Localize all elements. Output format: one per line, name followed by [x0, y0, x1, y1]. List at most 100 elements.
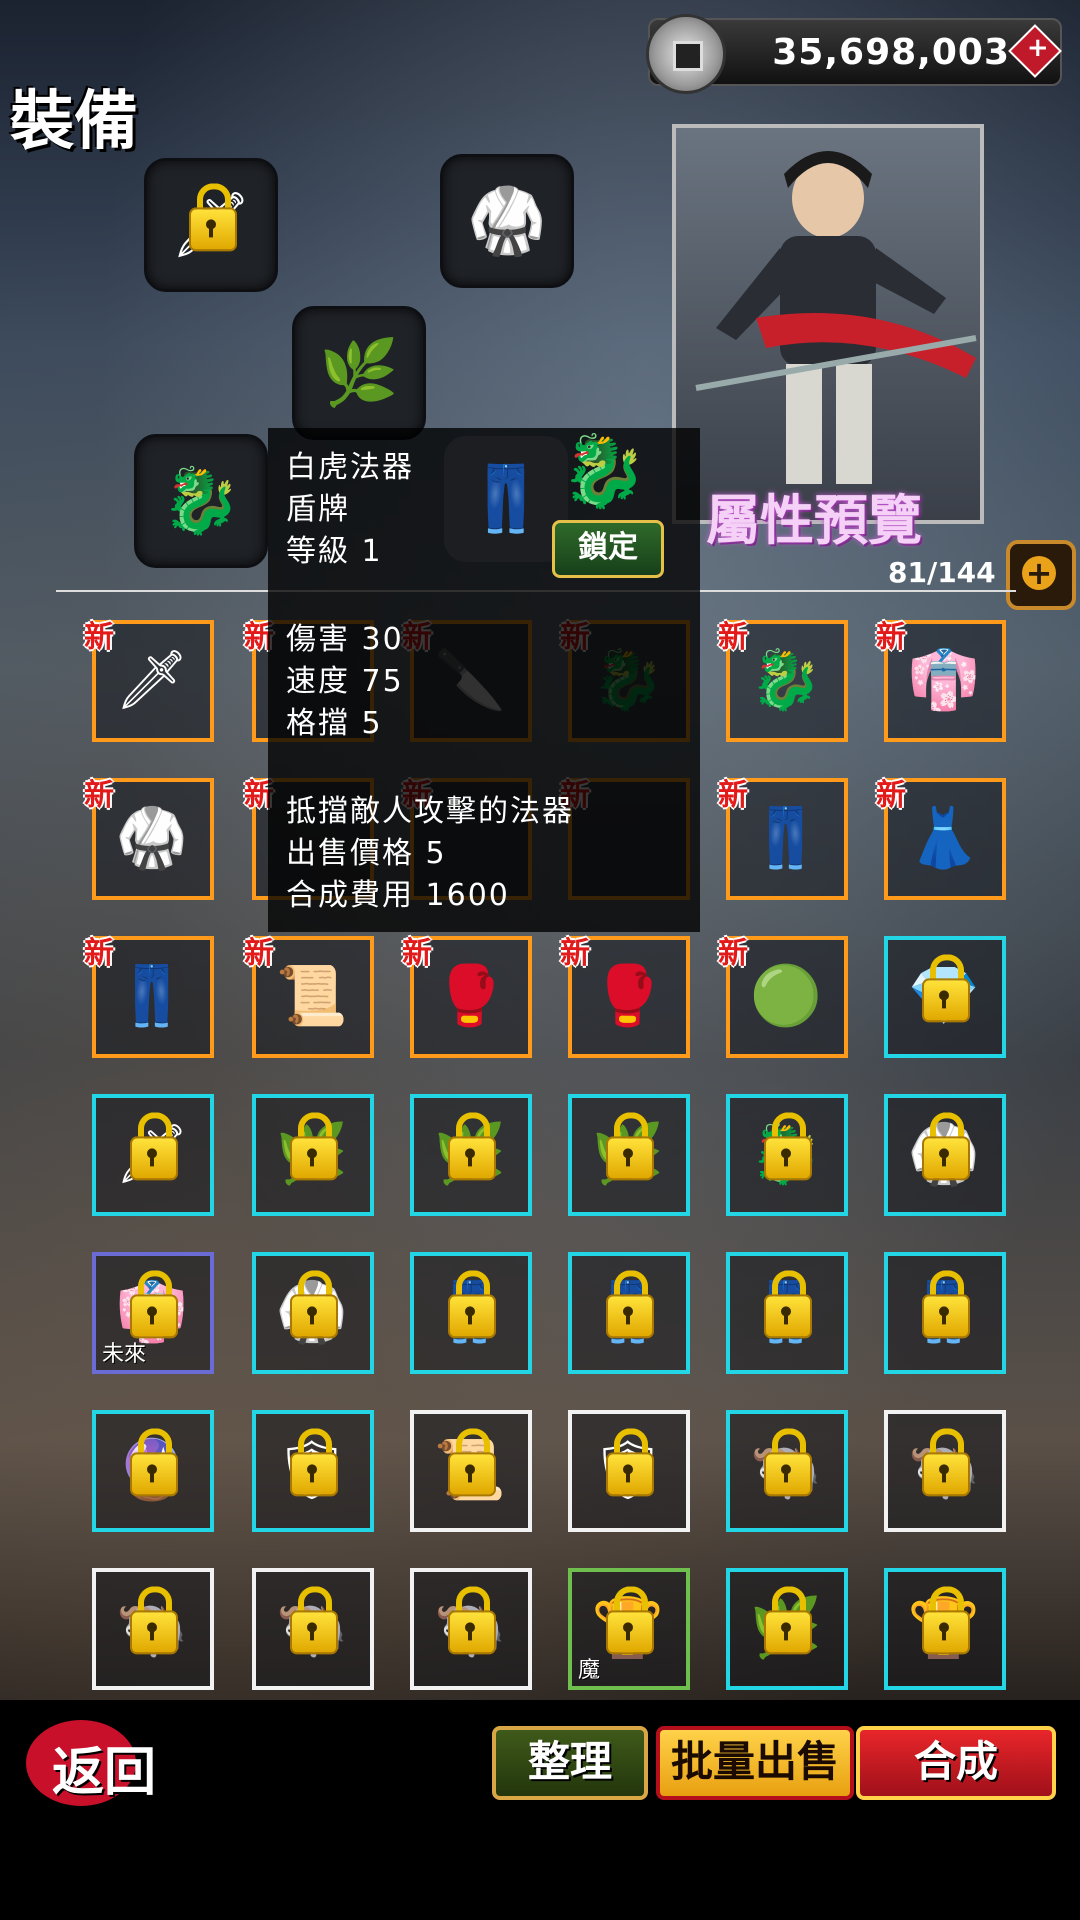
new-badge: 新	[84, 620, 114, 655]
lock-icon	[922, 1428, 970, 1502]
lock-icon	[922, 1112, 970, 1186]
tooltip-item-level: 等級 1	[286, 534, 383, 569]
new-badge: 新	[244, 936, 274, 971]
lock-icon	[448, 1112, 496, 1186]
inventory-slot[interactable]: 👖	[410, 1252, 532, 1374]
expand-inventory-button[interactable]: +	[1006, 540, 1076, 610]
new-badge: 新	[718, 620, 748, 655]
inventory-slot[interactable]: 📜	[410, 1410, 532, 1532]
gauntlet-icon: 🥊	[591, 961, 665, 1030]
equip-slot-talisman[interactable]: 🐉	[134, 434, 268, 568]
lock-icon	[448, 1428, 496, 1502]
hero-portrait[interactable]	[672, 124, 984, 524]
inventory-slot[interactable]: 🐃	[92, 1568, 214, 1690]
inventory-slot[interactable]: 🐃	[410, 1568, 532, 1690]
inventory-slot[interactable]: 🐃	[252, 1568, 374, 1690]
inventory-slot[interactable]: 🥊 新	[560, 936, 690, 1058]
new-badge: 新	[560, 936, 590, 971]
sort-button[interactable]: 整理	[492, 1726, 648, 1800]
inventory-slot[interactable]: 👘 新	[876, 620, 1006, 742]
pants-icon: 👖	[115, 961, 189, 1030]
inventory-slot[interactable]: 🛡	[568, 1410, 690, 1532]
attribute-preview-button[interactable]: 屬性預覽	[706, 476, 922, 555]
coin-icon	[646, 14, 726, 94]
slot-tag: 魔	[578, 1658, 601, 1683]
inventory-slot[interactable]: 🔮	[92, 1410, 214, 1532]
inventory-slot[interactable]: 🐃	[726, 1410, 848, 1532]
lock-icon	[130, 1112, 178, 1186]
inventory-slot[interactable]: 🐃	[884, 1410, 1006, 1532]
new-badge: 新	[876, 778, 906, 813]
robe-icon: 👘	[907, 645, 981, 714]
lock-icon	[606, 1586, 654, 1660]
lock-item-button[interactable]: 鎖定	[552, 520, 664, 578]
new-badge: 新	[402, 936, 432, 971]
currency-bar: 35,698,003 +	[646, 14, 1062, 94]
inventory-slot[interactable]: 👖	[568, 1252, 690, 1374]
inventory-slot[interactable]: 👖 新	[84, 936, 214, 1058]
inventory-slot[interactable]: 🥋	[252, 1252, 374, 1374]
equip-slot-weapon[interactable]: 🗡	[144, 158, 278, 292]
bulk-sell-button[interactable]: 批量出售	[656, 1726, 854, 1800]
equip-slot-armor[interactable]: 🥋	[440, 154, 574, 288]
new-badge: 新	[718, 936, 748, 971]
orb-icon: 🟢	[749, 961, 823, 1030]
tooltip-item-name: 白虎法器	[286, 450, 414, 485]
equip-slot-accessory[interactable]: 🌿	[292, 306, 426, 440]
inventory-slot[interactable]: 🛡	[252, 1410, 374, 1532]
lock-icon	[448, 1586, 496, 1660]
lock-icon	[290, 1112, 338, 1186]
inventory-slot[interactable]: 🌿	[568, 1094, 690, 1216]
lock-icon	[764, 1428, 812, 1502]
new-badge: 新	[84, 778, 114, 813]
inventory-slot[interactable]: 🥋	[884, 1094, 1006, 1216]
inventory-slot[interactable]: 👖	[726, 1252, 848, 1374]
new-badge: 新	[718, 778, 748, 813]
lock-icon	[290, 1270, 338, 1344]
lock-icon	[764, 1586, 812, 1660]
scroll-icon: 📜	[275, 961, 349, 1030]
inventory-slot[interactable]: 🥊 新	[402, 936, 532, 1058]
inventory-slot[interactable]: 🐉新	[718, 620, 848, 742]
inventory-slot[interactable]: 👘未來	[92, 1252, 214, 1374]
pants-icon: 👖	[749, 803, 823, 872]
new-badge: 新	[876, 620, 906, 655]
inventory-slot[interactable]: 🌿	[252, 1094, 374, 1216]
inventory-slot[interactable]: 👖 新	[718, 778, 848, 900]
inventory-slot[interactable]: 💎	[884, 936, 1006, 1058]
inventory-slot[interactable]: 🟢 新	[718, 936, 848, 1058]
inventory-slot[interactable]: 🥋 新	[84, 778, 214, 900]
back-button[interactable]: 返回	[26, 1720, 162, 1806]
inventory-slot[interactable]: 👗 新	[876, 778, 1006, 900]
tooltip-sell-price: 出售價格 5	[286, 836, 447, 871]
tooltip-damage: 傷害 30	[286, 622, 404, 657]
tooltip-description: 抵擋敵人攻擊的法器	[286, 794, 574, 829]
tooltip-item-type: 盾牌	[286, 492, 350, 527]
inventory-slot[interactable]: 🌿	[726, 1568, 848, 1690]
lock-icon	[764, 1270, 812, 1344]
lock-icon	[764, 1112, 812, 1186]
inventory-slot[interactable]: 🐉	[726, 1094, 848, 1216]
page-title: 裝備	[10, 84, 138, 159]
inventory-slot[interactable]: 🗡	[92, 1094, 214, 1216]
lock-icon	[189, 183, 237, 257]
lock-icon	[606, 1428, 654, 1502]
tiger-talisman-icon: 🐉	[161, 464, 241, 539]
skirt-icon: 👗	[907, 803, 981, 872]
inventory-slot[interactable]: 🌿	[410, 1094, 532, 1216]
equip-slot-pants[interactable]: 👖	[444, 436, 568, 562]
inventory-slot[interactable]: 🗡 新	[84, 620, 214, 742]
tooltip-speed: 速度 75	[286, 664, 404, 699]
pants-icon: 👖	[466, 462, 546, 537]
inventory-slot[interactable]: 🏆魔	[568, 1568, 690, 1690]
lock-icon	[606, 1112, 654, 1186]
lock-icon	[290, 1428, 338, 1502]
inventory-slot[interactable]: 📜 新	[244, 936, 374, 1058]
add-currency-button[interactable]: +	[1008, 24, 1062, 78]
inventory-slot[interactable]: 🏆	[884, 1568, 1006, 1690]
hero-figure	[695, 151, 977, 484]
gauntlet-icon: 🥊	[433, 961, 507, 1030]
lock-icon	[130, 1428, 178, 1502]
craft-button[interactable]: 合成	[856, 1726, 1056, 1800]
inventory-slot[interactable]: 👖	[884, 1252, 1006, 1374]
